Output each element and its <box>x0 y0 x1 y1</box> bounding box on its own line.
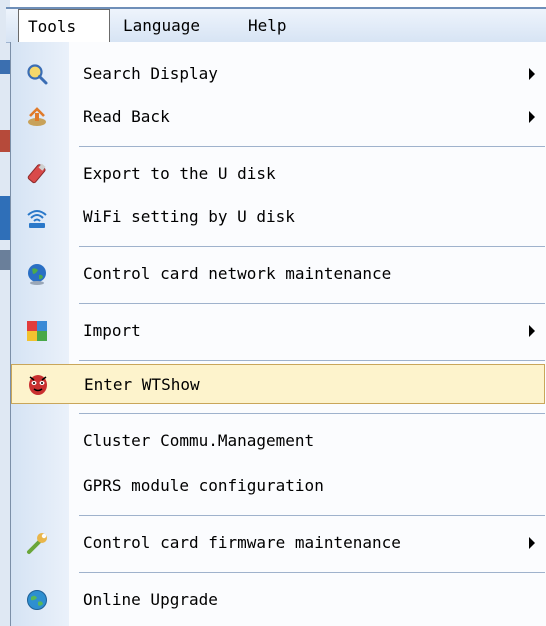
submenu-arrow-icon <box>529 537 535 549</box>
wifi-icon <box>25 205 49 229</box>
menu-item-export-u-disk[interactable]: Export to the U disk <box>11 154 545 194</box>
menu-item-label: Control card firmware maintenance <box>83 533 401 552</box>
update-globe-icon <box>25 588 49 612</box>
menu-item-read-back[interactable]: Read Back <box>11 97 545 137</box>
bg-fragment <box>0 250 10 270</box>
read-back-icon <box>25 105 49 129</box>
menu-separator <box>79 246 545 247</box>
submenu-arrow-icon <box>529 111 535 123</box>
menu-bar: Tools Language Help <box>6 7 546 43</box>
menu-item-firmware-maintenance[interactable]: Control card firmware maintenance <box>11 523 545 563</box>
menu-item-label: WiFi setting by U disk <box>83 207 295 226</box>
menu-separator <box>79 413 545 414</box>
submenu-arrow-icon <box>529 68 535 80</box>
menu-item-gprs-config[interactable]: GPRS module configuration <box>11 466 545 506</box>
menu-item-wifi-u-disk[interactable]: WiFi setting by U disk <box>11 197 545 237</box>
menu-item-cluster-management[interactable]: Cluster Commu.Management <box>11 421 545 461</box>
bg-fragment <box>0 130 10 152</box>
menu-item-search-display[interactable]: Search Display <box>11 54 545 94</box>
menu-item-label: Control card network maintenance <box>83 264 392 283</box>
menu-item-network-maintenance[interactable]: Control card network maintenance <box>11 254 545 294</box>
mask-icon <box>26 373 50 397</box>
menu-separator <box>79 360 545 361</box>
menubar-language[interactable]: Language <box>114 9 209 42</box>
menu-item-label: Import <box>83 321 141 340</box>
menu-separator <box>79 515 545 516</box>
menu-item-label: Enter WTShow <box>84 375 200 394</box>
menu-separator <box>79 572 545 573</box>
menu-item-enter-wtshow[interactable]: Enter WTShow <box>11 364 545 404</box>
bg-fragment <box>0 196 10 240</box>
menu-item-online-upgrade[interactable]: Online Upgrade <box>11 580 545 620</box>
magnifier-icon <box>25 62 49 86</box>
tools-dropdown-menu: Search Display Read Back Export to the U… <box>10 42 546 626</box>
menubar-help[interactable]: Help <box>239 9 296 42</box>
usb-disk-icon <box>25 162 49 186</box>
submenu-arrow-icon <box>529 325 535 337</box>
menu-item-label: Read Back <box>83 107 170 126</box>
globe-icon <box>25 262 49 286</box>
wrench-icon <box>25 531 49 555</box>
menu-item-label: GPRS module configuration <box>83 476 324 495</box>
menu-separator <box>79 303 545 304</box>
menubar-tools[interactable]: Tools <box>18 9 110 42</box>
menu-item-label: Cluster Commu.Management <box>83 431 315 450</box>
menu-item-import[interactable]: Import <box>11 311 545 351</box>
background-window-edge <box>0 0 10 626</box>
menu-item-label: Search Display <box>83 64 218 83</box>
menu-item-label: Export to the U disk <box>83 164 276 183</box>
bg-fragment <box>0 60 10 74</box>
menu-item-label: Online Upgrade <box>83 590 218 609</box>
menu-separator <box>79 146 545 147</box>
import-icon <box>25 319 49 343</box>
